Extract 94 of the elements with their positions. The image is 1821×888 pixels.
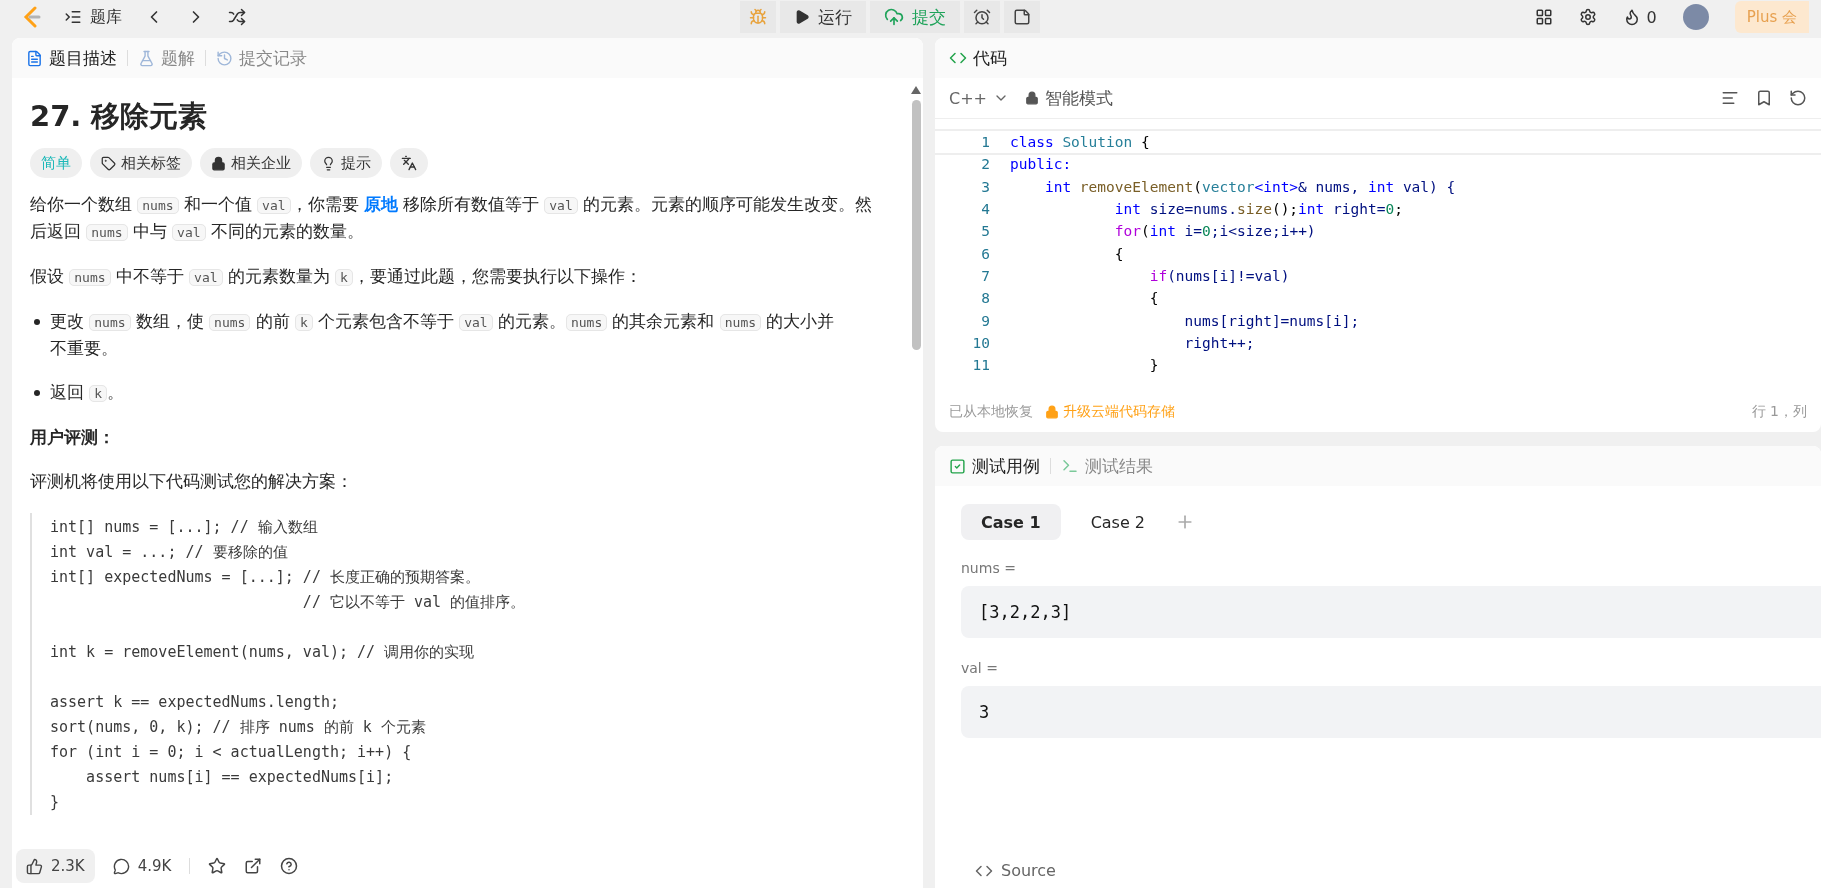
- bullet-icon: [34, 319, 40, 325]
- list-icon: [64, 8, 82, 26]
- code-line: right++;: [1183, 334, 1255, 351]
- panel-tab[interactable]: 测试结果: [1061, 454, 1153, 478]
- code-line: nums[right]=nums[i];: [1183, 312, 1360, 329]
- line-number: 7: [980, 267, 991, 284]
- code-line: int removeElement(vector<int>& nums, int val) {: [1043, 178, 1456, 195]
- flask-icon: [138, 49, 155, 67]
- run-button[interactable]: 运行: [780, 1, 867, 33]
- timer-button[interactable]: [964, 1, 1001, 33]
- input-field[interactable]: [3,2,2,3]: [961, 586, 1821, 638]
- problem-list-link[interactable]: 题库: [64, 6, 122, 28]
- topic-button[interactable]: 提示: [310, 148, 382, 178]
- case-tab[interactable]: Case 2: [1070, 504, 1166, 540]
- reset-icon[interactable]: [1789, 89, 1807, 107]
- lock-icon: [211, 155, 226, 171]
- thumbs-up-icon: [26, 857, 43, 875]
- lock-icon: [1045, 405, 1059, 419]
- code-text: int[] nums = [...]; // 输入数组 int val = ...; // 要移除的值 int[] expectedNums = [...]; // 长度正确的预期答案。 // 它以不等于 val 的值排序。: [50, 517, 527, 613]
- lightbulb-icon: [321, 155, 336, 171]
- bug-icon: [749, 8, 768, 26]
- code-line: }: [1148, 357, 1159, 374]
- input-label: nums =: [961, 560, 1017, 576]
- topic-button[interactable]: 相关标签: [90, 148, 192, 178]
- upload-icon: [884, 7, 905, 27]
- play-icon: [794, 9, 811, 25]
- star-icon[interactable]: [208, 857, 227, 875]
- description-text: 给你一个数组 nums 和一个值 val ，你需要 原地 移除所有数值等于 val 的元素。元素的顺序可能发生改变。然后返回 nums 中与 val 不同的元素的数量。: [30, 194, 874, 243]
- translate-icon: [401, 155, 417, 171]
- language-select[interactable]: C++: [949, 88, 1009, 108]
- case-tab[interactable]: Case 1: [961, 504, 1061, 540]
- status-text: 已从本地恢复: [949, 403, 1033, 421]
- mode-label: 智能模式: [1025, 86, 1113, 110]
- notes-button[interactable]: [1004, 1, 1041, 33]
- panel-tab[interactable]: 题解: [138, 46, 195, 70]
- description-text: 评测机将使用以下代码测试您的解决方案：: [30, 471, 354, 493]
- line-number: 9: [980, 312, 991, 329]
- document-icon: [26, 49, 43, 67]
- line-number: 11: [971, 357, 991, 374]
- code-line: public:: [1010, 156, 1072, 173]
- line-number: 4: [980, 201, 991, 218]
- problem-title: 27. 移除元素: [30, 98, 209, 135]
- cursor-position: 行 1，列: [1751, 403, 1807, 421]
- line-number: 5: [980, 223, 991, 240]
- scroll-up-icon[interactable]: [911, 86, 921, 94]
- line-number: 8: [980, 290, 991, 307]
- share-icon[interactable]: [244, 857, 263, 875]
- checkbox-icon: [949, 457, 966, 475]
- code-text: int k = removeElement(nums, val); // 调用你的实现: [50, 642, 476, 663]
- tag-icon: [101, 155, 116, 171]
- panel-tab[interactable]: 提交记录: [216, 46, 307, 70]
- grid-icon[interactable]: [1534, 8, 1553, 26]
- translate-button[interactable]: [390, 148, 428, 178]
- scrollbar-thumb[interactable]: [911, 100, 921, 350]
- requirement-text: 更改 nums 数组，使 nums 的前 k 个元素包含不等于 val 的元素。 nums 的其余元素和 nums 的大小并不重要。: [50, 311, 836, 360]
- comments-button[interactable]: 4.9K: [112, 857, 172, 875]
- description-text: 假设 nums 中不等于 val 的元素数量为 k ，要通过此题，您需要执行以下操作：: [30, 266, 643, 288]
- line-number: 6: [980, 245, 991, 262]
- note-icon: [1013, 8, 1032, 26]
- bookmark-icon[interactable]: [1755, 89, 1773, 107]
- difficulty-badge: 简单: [30, 148, 82, 178]
- code-line: {: [1113, 245, 1124, 262]
- code-line: {: [1148, 290, 1159, 307]
- topic-button[interactable]: 相关企业: [200, 148, 302, 178]
- code-line: if(nums[i]!=val): [1148, 267, 1290, 284]
- input-label: val =: [961, 660, 999, 676]
- line-number: 1: [980, 134, 991, 151]
- avatar[interactable]: [1682, 4, 1709, 30]
- terminal-icon: [1061, 457, 1079, 475]
- code-line: class Solution {: [1010, 134, 1150, 151]
- like-button[interactable]: 2.3K: [16, 849, 95, 883]
- line-number: 10: [971, 334, 991, 351]
- comment-icon: [112, 857, 130, 875]
- bullet-icon: [34, 390, 40, 396]
- streak-counter[interactable]: 0: [1622, 7, 1657, 27]
- panel-tab[interactable]: 测试用例: [949, 454, 1040, 478]
- shuffle-icon[interactable]: [228, 8, 246, 26]
- lock-icon: [1025, 91, 1039, 105]
- source-link[interactable]: Source: [961, 861, 1821, 888]
- code-tab[interactable]: 代码: [949, 46, 1007, 70]
- alarm-clock-icon: [973, 8, 992, 26]
- line-number: 3: [980, 178, 991, 195]
- section-heading: 用户评测：: [30, 427, 116, 449]
- format-icon[interactable]: [1721, 89, 1739, 107]
- code-line: int size=nums.size();int right=0;: [1113, 201, 1403, 218]
- panel-tab[interactable]: 题目描述: [26, 46, 117, 70]
- code-line: for(int i=0;i<size;i++): [1113, 223, 1316, 240]
- settings-icon[interactable]: [1578, 8, 1597, 26]
- requirement-text: 返回 k 。: [50, 382, 126, 404]
- help-icon[interactable]: [280, 857, 299, 875]
- history-icon: [216, 49, 233, 67]
- line-number: 2: [980, 156, 991, 173]
- code-text: assert k == expectedNums.length; sort(nums, 0, k); // 排序 nums 的前 k 个元素 for (int i = 0; i < actualLength; i++) { assert nums[i] == expectedNums[i]; }: [50, 692, 427, 813]
- input-field[interactable]: 3: [961, 686, 1821, 738]
